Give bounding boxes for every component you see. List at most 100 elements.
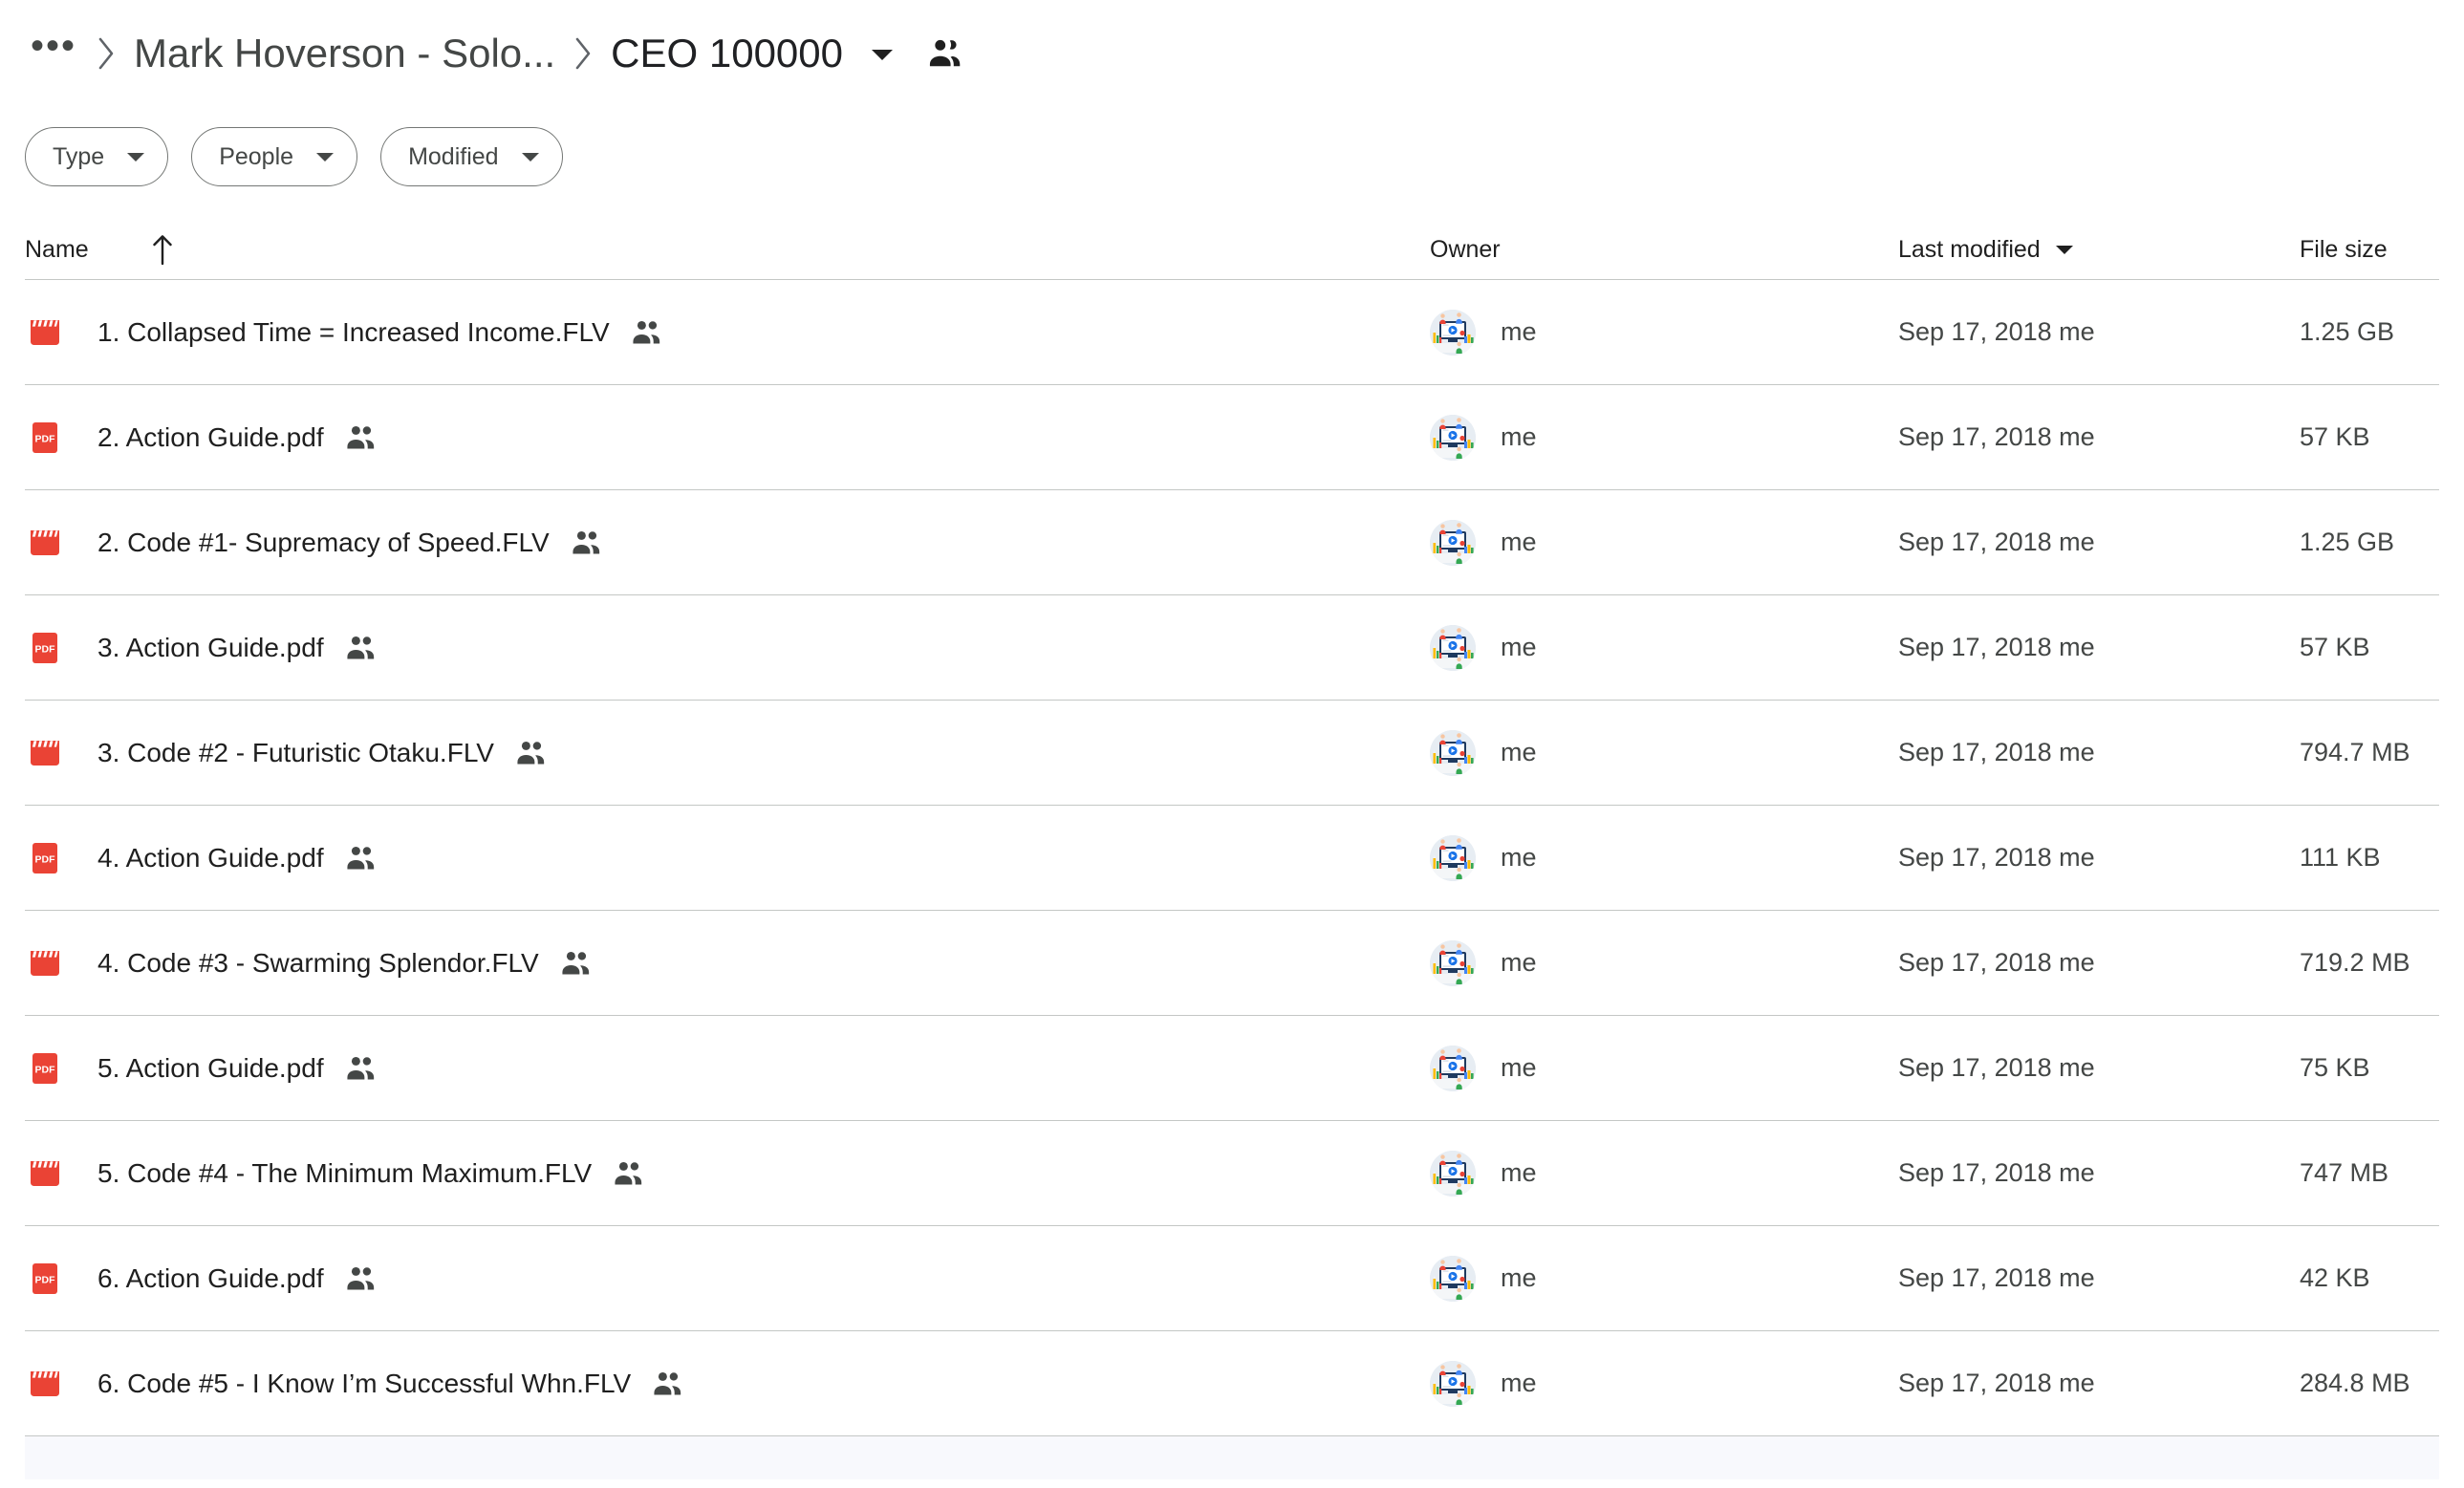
filter-chip-type[interactable]: Type [25,127,169,186]
file-rows: 1. Collapsed Time = Increased Income.FLV [25,279,2439,1435]
cell-last-modified: Sep 17, 2018 me [1898,1369,2300,1398]
table-row[interactable]: PDF 4. Action Guide.pdf me Sep 17, 2018 … [25,805,2439,910]
chevron-right-icon-2 [563,34,603,73]
owner-label: me [1501,843,1537,872]
column-header-file-size[interactable]: File size [2300,236,2439,264]
shared-people-icon [613,1160,645,1187]
cell-file-size: 57 KB [2300,422,2439,452]
table-row-partial[interactable] [25,1435,2439,1479]
table-row[interactable]: 6. Code #5 - I Know I’m Successful Whn.F… [25,1330,2439,1435]
cell-name: 1. Collapsed Time = Increased Income.FLV [25,313,1430,353]
breadcrumb-current-folder[interactable]: CEO 100000 [603,27,895,80]
column-header-last-modified[interactable]: Last modified [1898,236,2300,264]
breadcrumb: ••• Mark Hoverson - Solo... CEO 100000 [0,0,2464,107]
file-list-table: Name Owner Last modified File size 1. Co… [0,220,2464,1479]
file-size-label: 1.25 GB [2300,528,2395,556]
avatar [1430,414,1476,461]
shared-people-icon [571,529,603,556]
table-row[interactable]: 5. Code #4 - The Minimum Maximum.FLV me … [25,1120,2439,1225]
file-name-label: 2. Code #1- Supremacy of Speed.FLV [97,527,550,557]
svg-text:PDF: PDF [35,1064,56,1075]
cell-name: PDF 4. Action Guide.pdf [25,838,1430,878]
file-name-label: 4. Code #3 - Swarming Splendor.FLV [97,947,539,978]
cell-last-modified: Sep 17, 2018 me [1898,948,2300,978]
owner-label: me [1501,317,1537,346]
file-size-label: 75 KB [2300,1053,2370,1082]
cell-owner: me [1430,1360,1898,1407]
cell-name: PDF 6. Action Guide.pdf [25,1259,1430,1299]
filter-chip-modified[interactable]: Modified [380,127,563,186]
cell-file-size: 111 KB [2300,843,2439,873]
avatar [1430,519,1476,566]
file-size-label: 57 KB [2300,633,2370,661]
column-header-file-size-label: File size [2300,235,2388,263]
cell-file-size: 719.2 MB [2300,948,2439,978]
file-size-label: 111 KB [2300,843,2381,872]
caret-down-icon [520,150,541,163]
table-row[interactable]: 1. Collapsed Time = Increased Income.FLV [25,279,2439,384]
column-header-owner[interactable]: Owner [1430,236,1898,264]
last-modified-label: Sep 17, 2018 me [1898,1369,2095,1397]
shared-people-icon [345,1265,378,1292]
cell-owner: me [1430,1255,1898,1302]
caret-down-icon [125,150,146,163]
filter-chip-people[interactable]: People [191,127,358,186]
breadcrumb-parent-folder[interactable]: Mark Hoverson - Solo... [126,27,563,80]
last-modified-label: Sep 17, 2018 me [1898,1053,2095,1082]
table-row[interactable]: PDF 3. Action Guide.pdf me Sep 17, 2018 … [25,594,2439,700]
file-size-label: 42 KB [2300,1263,2370,1292]
table-row[interactable]: PDF 6. Action Guide.pdf me Sep 17, 2018 … [25,1225,2439,1330]
pdf-file-icon: PDF [25,838,65,878]
last-modified-label: Sep 17, 2018 me [1898,422,2095,451]
table-row[interactable]: 4. Code #3 - Swarming Splendor.FLV me Se… [25,910,2439,1015]
video-file-icon [25,733,65,773]
cell-last-modified: Sep 17, 2018 me [1898,843,2300,873]
caret-down-icon [314,150,335,163]
cell-last-modified: Sep 17, 2018 me [1898,317,2300,347]
column-header-name[interactable]: Name [25,233,1430,266]
cell-file-size: 284.8 MB [2300,1369,2439,1398]
cell-name: 6. Code #5 - I Know I’m Successful Whn.F… [25,1364,1430,1404]
shared-people-icon [345,845,378,872]
cell-owner: me [1430,624,1898,671]
table-row[interactable]: PDF 2. Action Guide.pdf me Sep 17, 2018 … [25,384,2439,489]
last-modified-label: Sep 17, 2018 me [1898,1263,2095,1292]
table-header-row: Name Owner Last modified File size [25,220,2439,279]
column-header-last-modified-label: Last modified [1898,235,2041,263]
people-icon[interactable] [927,37,963,70]
cell-owner: me [1430,834,1898,881]
video-file-icon [25,943,65,983]
table-row[interactable]: 3. Code #2 - Futuristic Otaku.FLV me Sep… [25,700,2439,805]
last-modified-label: Sep 17, 2018 me [1898,633,2095,661]
cell-last-modified: Sep 17, 2018 me [1898,1053,2300,1083]
last-modified-label: Sep 17, 2018 me [1898,738,2095,766]
video-file-icon [25,1154,65,1194]
svg-text:PDF: PDF [35,433,56,444]
cell-name: PDF 5. Action Guide.pdf [25,1048,1430,1089]
file-name-label: 1. Collapsed Time = Increased Income.FLV [97,316,610,347]
cell-owner: me [1430,1150,1898,1197]
file-name-label: 4. Action Guide.pdf [97,842,324,873]
file-size-label: 747 MB [2300,1158,2389,1187]
caret-down-icon [870,47,895,67]
pdf-file-icon: PDF [25,1259,65,1299]
file-name-label: 3. Code #2 - Futuristic Otaku.FLV [97,737,494,767]
column-header-owner-label: Owner [1430,235,1501,263]
owner-label: me [1501,1158,1537,1187]
pdf-file-icon: PDF [25,628,65,668]
shared-people-icon [515,740,548,766]
cell-owner: me [1430,519,1898,566]
shared-people-icon [345,1055,378,1082]
cell-file-size: 57 KB [2300,633,2439,662]
file-name-label: 5. Code #4 - The Minimum Maximum.FLV [97,1157,593,1188]
avatar [1430,1255,1476,1302]
table-row[interactable]: PDF 5. Action Guide.pdf me Sep 17, 2018 … [25,1015,2439,1120]
svg-text:PDF: PDF [35,853,56,865]
table-row[interactable]: 2. Code #1- Supremacy of Speed.FLV me Se… [25,489,2439,594]
filter-chip-people-label: People [219,142,294,170]
pdf-file-icon: PDF [25,418,65,458]
cell-file-size: 1.25 GB [2300,528,2439,557]
cell-last-modified: Sep 17, 2018 me [1898,422,2300,452]
shared-people-icon [652,1370,684,1397]
breadcrumb-overflow-button[interactable]: ••• [25,21,86,86]
